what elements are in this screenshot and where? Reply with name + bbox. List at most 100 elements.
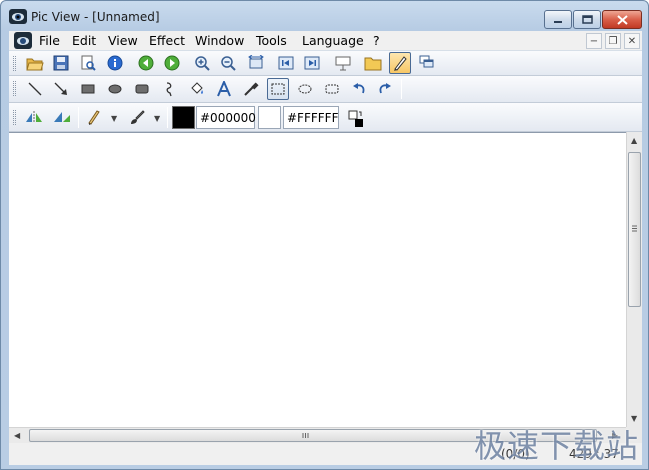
print-preview-button[interactable] [77, 52, 99, 74]
save-button[interactable] [50, 52, 72, 74]
zoom-in-icon [195, 56, 210, 71]
document-eye-icon[interactable] [14, 32, 32, 49]
edit-mode-button[interactable] [389, 52, 411, 74]
flip-horizontal-button[interactable] [23, 106, 45, 128]
next-icon [164, 55, 180, 71]
ellipse-tool[interactable] [104, 78, 126, 100]
line-tool[interactable] [24, 78, 46, 100]
scroll-left-arrow[interactable]: ◀ [14, 431, 20, 440]
brush-button[interactable] [126, 106, 148, 128]
eye-app-icon [9, 9, 27, 24]
menu-tools[interactable]: Tools [256, 33, 287, 48]
lasso-tool[interactable] [158, 78, 180, 100]
toolbar-separator [78, 107, 79, 128]
last-icon [304, 56, 320, 70]
flip-vertical-button[interactable] [51, 106, 73, 128]
browse-folder-icon [364, 57, 382, 71]
rectangle-tool[interactable] [77, 78, 99, 100]
save-icon [53, 55, 69, 71]
rounded-rectangle-icon [135, 84, 149, 94]
close-button[interactable] [602, 10, 642, 29]
redo-icon [379, 83, 391, 94]
open-folder-icon [26, 58, 44, 71]
background-color-field[interactable]: #FFFFFF [283, 106, 339, 129]
rounded-rectangle-tool[interactable] [131, 78, 153, 100]
mdi-restore-button[interactable]: ❐ [605, 33, 621, 49]
brush-dropdown-arrow[interactable]: ▼ [154, 114, 160, 123]
windows-button[interactable] [416, 52, 438, 74]
arrow-icon [54, 82, 67, 95]
toolbar-grip[interactable] [13, 56, 16, 71]
vertical-scroll-thumb[interactable] [628, 152, 641, 307]
fill-tool[interactable] [186, 78, 208, 100]
menu-help[interactable]: ? [373, 33, 380, 48]
menu-view[interactable]: View [108, 33, 138, 48]
info-button[interactable] [104, 52, 126, 74]
undo-icon [353, 83, 365, 94]
menu-effect[interactable]: Effect [149, 33, 185, 48]
line-icon [28, 82, 42, 96]
toolbar-grip[interactable] [13, 110, 16, 125]
last-button[interactable] [301, 52, 323, 74]
rounded-select-icon [325, 84, 339, 94]
ellipse-select-tool[interactable] [294, 78, 316, 100]
open-button[interactable] [24, 52, 46, 74]
title-bar[interactable]: Pic View - [Unnamed] [1, 1, 648, 31]
app-window: Pic View - [Unnamed] File Edit View Effe… [0, 0, 649, 470]
color-picker-tool[interactable] [240, 78, 262, 100]
rounded-select-tool[interactable] [321, 78, 343, 100]
edit-mode-icon [394, 56, 407, 71]
mdi-minimize-button[interactable]: − [586, 33, 602, 49]
pencil-button[interactable] [83, 106, 105, 128]
minimize-button[interactable] [544, 10, 572, 29]
zoom-in-button[interactable] [191, 52, 213, 74]
close-icon [616, 14, 628, 25]
text-tool[interactable] [213, 78, 235, 100]
toolbar-separator [401, 79, 402, 99]
drawing-toolbar [9, 76, 642, 103]
flip-vertical-icon [54, 112, 70, 122]
maximize-button[interactable] [573, 10, 601, 29]
zoom-out-button[interactable] [217, 52, 239, 74]
slideshow-button[interactable] [332, 52, 354, 74]
menu-file[interactable]: File [39, 33, 60, 48]
slideshow-icon [335, 56, 351, 71]
toolbar-grip[interactable] [13, 81, 16, 96]
background-color-swatch[interactable] [258, 106, 281, 129]
next-button[interactable] [161, 52, 183, 74]
vertical-scrollbar[interactable]: ▲ ▼ [626, 132, 642, 427]
brush-icon [131, 110, 145, 124]
pencil-icon [88, 110, 100, 125]
swap-colors-icon [348, 110, 363, 127]
scroll-up-arrow[interactable]: ▲ [631, 136, 637, 145]
pencil-dropdown-arrow[interactable]: ▼ [111, 114, 117, 123]
redo-button[interactable] [374, 78, 396, 100]
rect-select-icon [271, 83, 285, 95]
foreground-color-field[interactable]: #000000 [196, 106, 256, 129]
foreground-color-swatch[interactable] [172, 106, 195, 129]
info-icon [107, 55, 123, 71]
flip-horizontal-icon [26, 111, 42, 123]
first-icon [278, 56, 294, 70]
color-picker-icon [244, 82, 259, 96]
lasso-icon [166, 82, 172, 97]
first-button[interactable] [275, 52, 297, 74]
zoom-out-icon [221, 56, 236, 71]
toolbar-separator [167, 107, 168, 128]
filled-ellipse-icon [108, 84, 122, 94]
previous-button[interactable] [135, 52, 157, 74]
text-icon [217, 81, 231, 97]
filled-rectangle-icon [81, 84, 95, 94]
maximize-icon [581, 15, 593, 24]
undo-button[interactable] [348, 78, 370, 100]
menu-edit[interactable]: Edit [72, 33, 96, 48]
menu-window[interactable]: Window [195, 33, 244, 48]
browse-folder-button[interactable] [362, 52, 384, 74]
swap-colors-button[interactable] [345, 108, 367, 130]
arrow-tool[interactable] [50, 78, 72, 100]
rect-select-tool[interactable] [267, 78, 289, 100]
fit-size-button[interactable] [245, 52, 267, 74]
mdi-close-button[interactable]: ✕ [624, 33, 640, 49]
image-canvas[interactable] [9, 132, 626, 427]
menu-language[interactable]: Language [302, 33, 364, 48]
